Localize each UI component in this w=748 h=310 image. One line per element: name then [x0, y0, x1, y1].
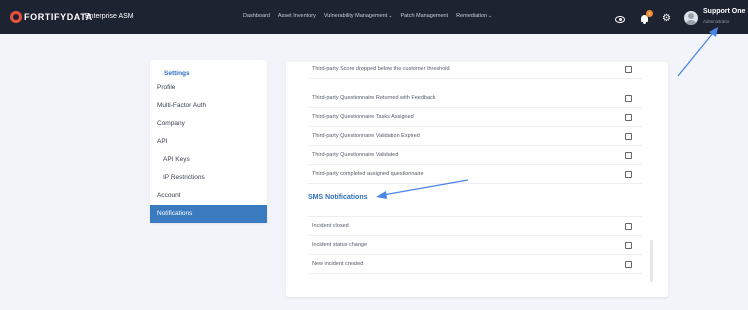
chevron-down-icon: ⌄: [388, 13, 393, 19]
notification-badge: 1: [646, 10, 653, 17]
notification-label: Third-party Questionnaire Tasks Assigned: [312, 114, 414, 120]
app-name: Enterprise ASM: [85, 13, 134, 20]
notification-checkbox[interactable]: [625, 242, 632, 249]
avatar[interactable]: [684, 11, 698, 25]
notification-checkbox[interactable]: [625, 261, 632, 268]
list-item: Incident closed: [308, 217, 642, 236]
notification-checkbox[interactable]: [625, 171, 632, 178]
notification-label: Third-party Questionnaire Returned with …: [312, 95, 436, 101]
gear-icon[interactable]: ⚙: [662, 14, 671, 24]
sidebar-item-notifications[interactable]: Notifications: [150, 205, 267, 223]
list-item: New incident created: [308, 255, 642, 274]
eye-icon[interactable]: [615, 16, 625, 23]
nav-item-patch-management[interactable]: Patch Management: [400, 13, 448, 19]
list-item: Third-party Questionnaire Validated: [308, 146, 642, 165]
logo-text: FORTIFYDATA: [24, 12, 93, 22]
fortifydata-logo[interactable]: FORTIFYDATA: [10, 11, 93, 23]
sidebar-item-api-keys[interactable]: API Keys: [150, 151, 267, 169]
list-item: Third-party Questionnaire Tasks Assigned: [308, 108, 642, 127]
notification-label: Third-party Score dropped below the cust…: [312, 66, 450, 72]
top-navbar: FORTIFYDATA Enterprise ASM Dashboard Ass…: [0, 0, 748, 34]
nav-item-asset-inventory[interactable]: Asset Inventory: [278, 13, 316, 19]
notification-label: Incident status change: [312, 242, 368, 248]
notification-label: New incident created: [312, 261, 364, 267]
nav-item-dashboard[interactable]: Dashboard: [243, 13, 270, 19]
sidebar-item-company[interactable]: Company: [150, 115, 267, 133]
user-role: Administrator: [703, 19, 730, 24]
notification-label: Third-party Questionnaire Validated: [312, 152, 399, 158]
notification-checkbox[interactable]: [625, 95, 632, 102]
list-item: Third-party Questionnaire Returned with …: [308, 89, 642, 108]
list-item: Third-party Score dropped below the cust…: [308, 62, 642, 79]
main-nav: Dashboard Asset Inventory Vulnerability …: [243, 13, 492, 19]
list-item: Incident status change: [308, 236, 642, 255]
nav-item-vulnerability-management[interactable]: Vulnerability Management⌄: [324, 13, 393, 19]
notification-checkbox[interactable]: [625, 66, 632, 73]
notification-label: Third-party Questionnaire Validation Exp…: [312, 133, 420, 139]
notification-label: Incident closed: [312, 223, 349, 229]
scrollbar[interactable]: [650, 240, 653, 282]
list-item: Third-party Questionnaire Validation Exp…: [308, 127, 642, 146]
notification-checkbox[interactable]: [625, 114, 632, 121]
notifications-panel: Third-party Score dropped below the cust…: [286, 62, 668, 297]
sidebar-item-multi-factor-auth[interactable]: Multi-Factor Auth: [150, 97, 267, 115]
sidebar-heading: Settings: [164, 70, 190, 77]
list-item: Third-party completed assigned questionn…: [308, 165, 642, 184]
user-name[interactable]: Support One: [703, 8, 745, 15]
notification-checkbox[interactable]: [625, 223, 632, 230]
settings-sidebar: Settings Profile Multi-Factor Auth Compa…: [150, 60, 267, 223]
notification-checkbox[interactable]: [625, 152, 632, 159]
nav-item-remediation[interactable]: Remediation⌄: [456, 13, 492, 19]
logo-mark-icon: [10, 11, 22, 23]
arrow-to-user-menu: [677, 27, 718, 77]
chevron-down-icon: ⌄: [488, 13, 493, 19]
sidebar-item-profile[interactable]: Profile: [150, 79, 267, 97]
notification-label: Third-party completed assigned questionn…: [312, 171, 424, 177]
sidebar-item-api[interactable]: API: [150, 133, 267, 151]
sidebar-item-ip-restrictions[interactable]: IP Restrictions: [150, 169, 267, 187]
notification-checkbox[interactable]: [625, 133, 632, 140]
sms-notifications-title: SMS Notifications: [308, 194, 368, 201]
sidebar-item-account[interactable]: Account: [150, 187, 267, 205]
